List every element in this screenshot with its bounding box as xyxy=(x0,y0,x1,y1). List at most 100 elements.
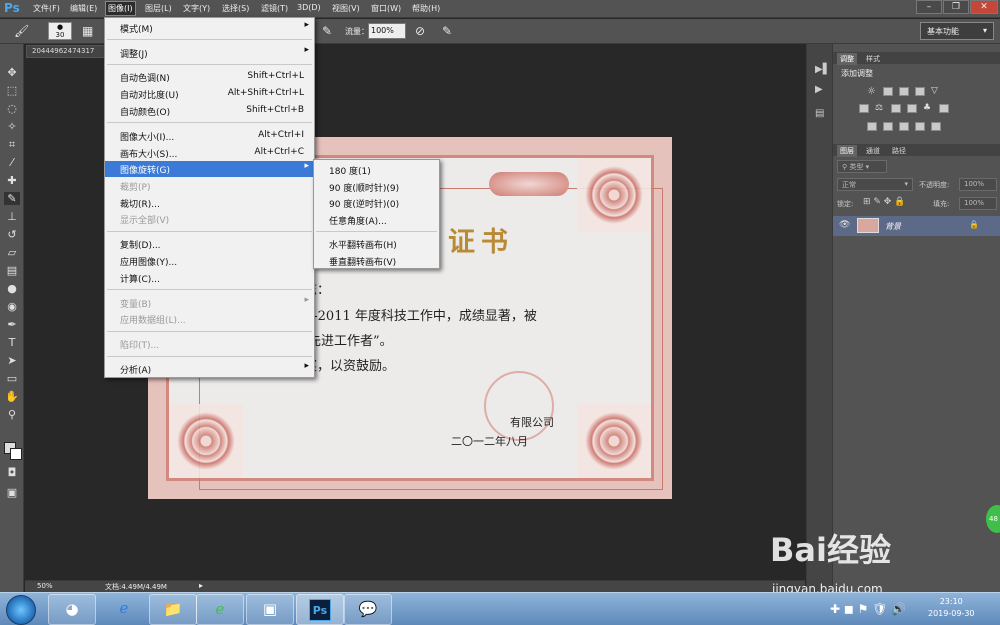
gradient-tool-icon[interactable]: ▤ xyxy=(4,264,20,277)
menu-image[interactable]: 图像(I) xyxy=(105,1,136,16)
path-select-tool-icon[interactable]: ➤ xyxy=(4,354,20,367)
lasso-tool-icon[interactable]: ◌ xyxy=(4,102,20,115)
dodge-tool-icon[interactable]: ◉ xyxy=(4,300,20,313)
type-tool-icon[interactable]: T xyxy=(4,336,20,349)
eyedropper-tool-icon[interactable]: ⁄ xyxy=(4,156,20,169)
tray-icons[interactable]: ✚ ◼ ⚑ 🛡 🔊 xyxy=(830,602,906,616)
tablet-pressure-icon[interactable]: ✎ xyxy=(442,24,452,38)
wechat-icon[interactable]: 💬 xyxy=(344,594,392,625)
minimize-button[interactable]: – xyxy=(916,0,942,14)
blur-tool-icon[interactable]: ● xyxy=(4,282,20,295)
browser-green-icon[interactable]: ℯ xyxy=(196,594,244,625)
file-explorer-icon[interactable]: 📁 xyxy=(149,594,197,625)
vibrance-icon[interactable]: ▽ xyxy=(931,86,938,96)
actions-panel-icon[interactable]: ▶ xyxy=(815,84,823,95)
threshold-icon[interactable] xyxy=(899,122,909,131)
start-button[interactable] xyxy=(6,595,36,625)
menu-item-rotate-90-ccw[interactable]: 90 度(逆时针)(0) xyxy=(314,195,439,211)
menu-item-analysis[interactable]: 分析(A) ▸ xyxy=(105,361,314,377)
menu-item-apply-data-set[interactable]: 应用数据组(L)... xyxy=(105,311,314,327)
close-button[interactable]: ✕ xyxy=(970,0,998,14)
app-360-icon[interactable]: ◕ xyxy=(48,594,96,625)
layer-row-background[interactable]: 👁 背景 🔒 xyxy=(833,216,1000,236)
menu-layer[interactable]: 图层(L) xyxy=(145,3,172,14)
levels-icon[interactable] xyxy=(883,87,893,96)
menu-select[interactable]: 选择(S) xyxy=(222,3,249,14)
app-blue-icon[interactable]: ▣ xyxy=(246,594,294,625)
selective-color-icon[interactable] xyxy=(931,122,941,131)
menu-item-flip-horizontal[interactable]: 水平翻转画布(H) xyxy=(314,236,439,252)
menu-item-auto-color[interactable]: 自动颜色(O) Shift+Ctrl+B xyxy=(105,103,314,119)
screen-mode-icon[interactable]: ▣ xyxy=(4,486,20,499)
menu-item-adjust[interactable]: 调整(J) ▸ xyxy=(105,45,314,61)
menu-item-reveal-all[interactable]: 显示全部(V) xyxy=(105,211,314,227)
menu-item-auto-contrast[interactable]: 自动对比度(U) Alt+Shift+Ctrl+L xyxy=(105,86,314,102)
eye-icon[interactable]: 👁 xyxy=(839,220,850,230)
hue-saturation-icon[interactable] xyxy=(859,104,869,113)
marquee-tool-icon[interactable]: ⬚ xyxy=(4,84,20,97)
opacity-input[interactable]: 100% xyxy=(959,178,997,191)
color-balance-icon[interactable]: ⚖ xyxy=(875,103,883,113)
tab-layers[interactable]: 图层 xyxy=(837,145,857,157)
menu-type[interactable]: 文字(Y) xyxy=(183,3,210,14)
brightness-icon[interactable]: ☼ xyxy=(867,86,876,97)
history-brush-tool-icon[interactable]: ↺ xyxy=(4,228,20,241)
menu-item-arbitrary-angle[interactable]: 任意角度(A)... xyxy=(314,212,439,228)
gradient-map-icon[interactable] xyxy=(915,122,925,131)
menu-help[interactable]: 帮助(H) xyxy=(412,3,440,14)
tab-paths[interactable]: 路径 xyxy=(889,145,909,157)
shape-tool-icon[interactable]: ▭ xyxy=(4,372,20,385)
quick-mask-icon[interactable]: ◘ xyxy=(4,466,20,479)
menu-filter[interactable]: 滤镜(T) xyxy=(261,3,288,14)
brush-size-picker[interactable]: ● 30 xyxy=(48,22,72,40)
menu-item-image-size[interactable]: 图像大小(I)... Alt+Ctrl+I xyxy=(105,128,314,144)
crop-tool-icon[interactable]: ⌗ xyxy=(4,138,20,152)
workspace-select[interactable]: 基本功能 ▾ xyxy=(920,22,994,40)
tab-channels[interactable]: 通道 xyxy=(863,145,883,157)
curves-icon[interactable] xyxy=(899,87,909,96)
tab-adjust[interactable]: 调整 xyxy=(837,53,857,65)
status-arrow-icon[interactable]: ▸ xyxy=(199,581,203,590)
layer-name[interactable]: 背景 xyxy=(885,221,901,232)
menu-item-trap[interactable]: 陷印(T)... xyxy=(105,336,314,352)
airbrush-icon[interactable]: ⊘ xyxy=(415,24,425,38)
brush-tool-icon[interactable]: 🖌 xyxy=(14,24,29,38)
invert-icon[interactable] xyxy=(867,122,877,131)
photo-filter-icon[interactable] xyxy=(907,104,917,113)
menu-3d[interactable]: 3D(D) xyxy=(297,3,321,12)
tab-styles[interactable]: 样式 xyxy=(863,53,883,65)
background-color-swatch[interactable] xyxy=(10,448,22,460)
system-clock[interactable]: 23:10 2019-09-30 xyxy=(928,596,975,620)
eraser-tool-icon[interactable]: ▱ xyxy=(4,246,20,259)
menu-item-trim[interactable]: 裁切(R)... xyxy=(105,195,314,211)
photoshop-taskbar-icon[interactable]: Ps xyxy=(296,594,344,625)
posterize-icon[interactable] xyxy=(883,122,893,131)
black-white-icon[interactable] xyxy=(891,104,901,113)
menu-item-mode[interactable]: 模式(M) ▸ xyxy=(105,20,314,36)
menu-item-canvas-size[interactable]: 画布大小(S)... Alt+Ctrl+C xyxy=(105,145,314,161)
zoom-level[interactable]: 50% xyxy=(37,582,53,590)
hand-tool-icon[interactable]: ✋ xyxy=(4,390,20,403)
blend-mode-select[interactable]: 正常 ▾ xyxy=(837,178,913,191)
menu-item-rotate-180[interactable]: 180 度(1) xyxy=(314,162,439,178)
zoom-tool-icon[interactable]: ⚲ xyxy=(4,408,20,421)
menu-item-apply-image[interactable]: 应用图像(Y)... xyxy=(105,253,314,269)
menu-item-calculations[interactable]: 计算(C)... xyxy=(105,270,314,286)
document-tab[interactable]: 20444962474317 xyxy=(26,45,106,58)
menu-item-auto-tone[interactable]: 自动色调(N) Shift+Ctrl+L xyxy=(105,69,314,85)
properties-panel-icon[interactable]: ▤ xyxy=(815,108,824,119)
lock-icons[interactable]: ⊞ ✎ ✥ 🔒 xyxy=(863,197,905,207)
fill-input[interactable]: 100% xyxy=(959,197,997,210)
menu-item-image-rotation[interactable]: 图像旋转(G) ▸ xyxy=(105,161,314,177)
channel-mixer-icon[interactable]: ♣ xyxy=(923,103,931,113)
menu-window[interactable]: 窗口(W) xyxy=(371,3,401,14)
exposure-icon[interactable] xyxy=(915,87,925,96)
menu-view[interactable]: 视图(V) xyxy=(332,3,360,14)
menu-item-flip-vertical[interactable]: 垂直翻转画布(V) xyxy=(314,253,439,269)
menu-edit[interactable]: 编辑(E) xyxy=(70,3,97,14)
menu-item-variables[interactable]: 变量(B) ▸ xyxy=(105,295,314,311)
history-panel-icon[interactable]: ▶▌ xyxy=(815,64,830,75)
ie-browser-icon[interactable]: ℯ xyxy=(100,594,148,625)
brush-tool-icon[interactable]: ✎ xyxy=(4,192,20,205)
brush-panel-icon[interactable]: ▦ xyxy=(82,24,93,38)
